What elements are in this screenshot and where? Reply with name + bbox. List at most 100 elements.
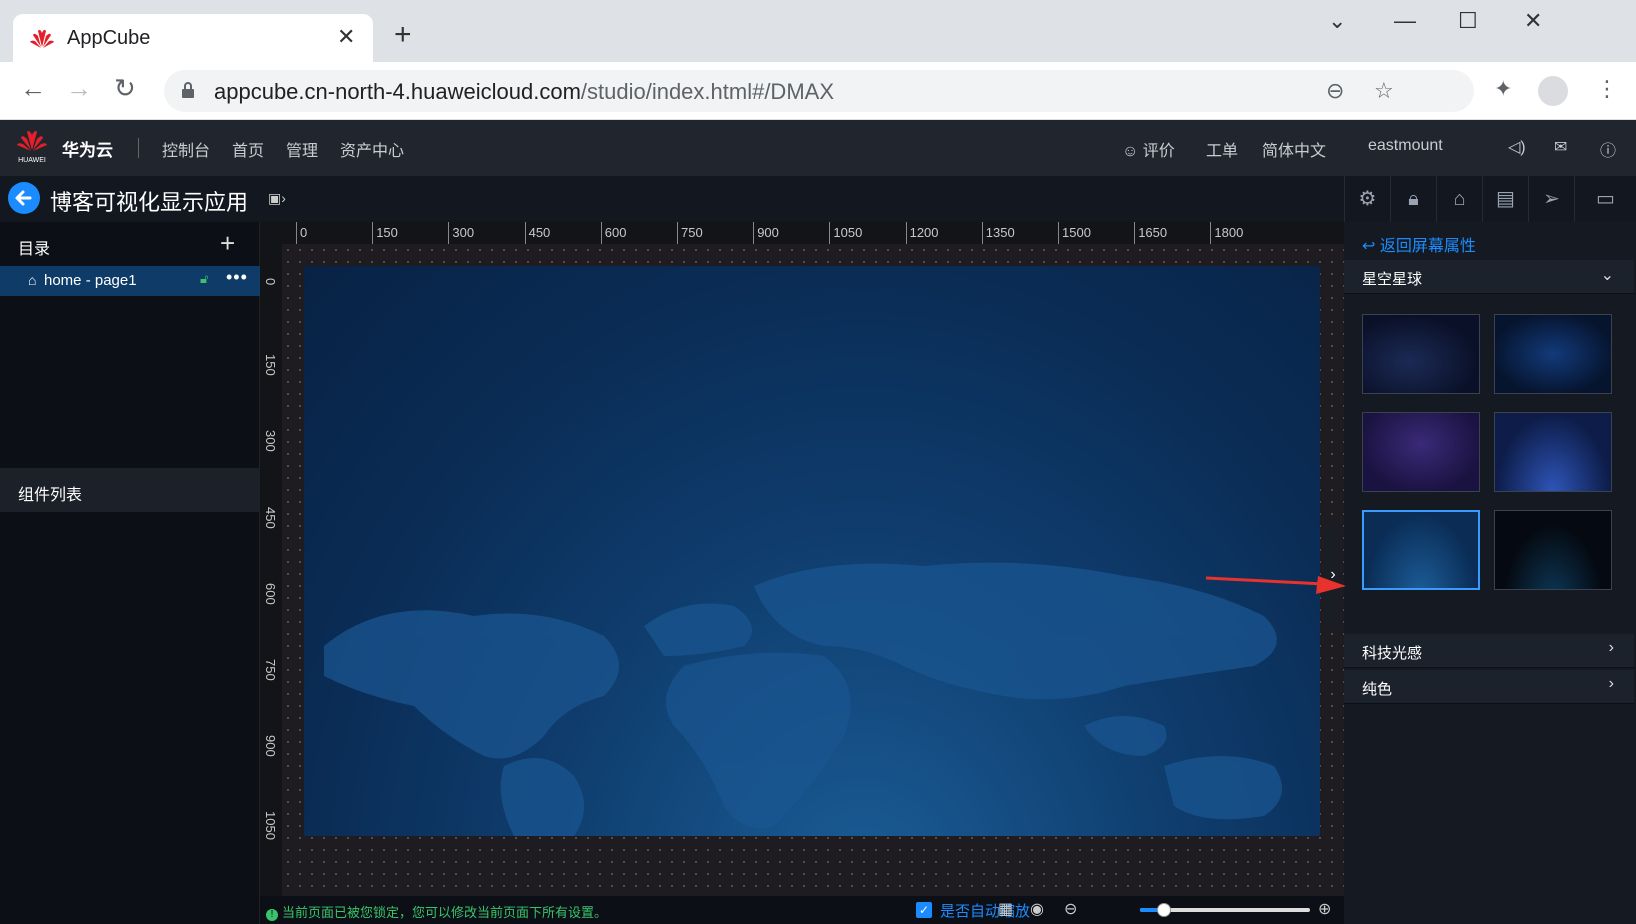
page-item-label: home - page1	[44, 272, 137, 289]
huawei-logo-icon	[30, 29, 54, 48]
arrow-left-icon	[15, 190, 32, 206]
browser-tab[interactable]: AppCube ✕	[13, 14, 373, 62]
maximize-icon[interactable]: ☐	[1458, 8, 1478, 34]
section-starry-planet[interactable]: 星空星球 ⌄	[1344, 260, 1634, 294]
zoom-slider[interactable]	[1140, 903, 1310, 917]
brand-name[interactable]: 华为云	[62, 136, 113, 161]
right-panel: ↩ 返回屏幕属性 星空星球 ⌄ 科技光感 › 纯色 ›	[1344, 222, 1636, 924]
forward-icon[interactable]: →	[66, 73, 92, 104]
nav-asset-center[interactable]: 资产中心	[340, 137, 404, 161]
lock-icon[interactable]: 🔒︎	[1390, 176, 1436, 222]
huawei-cloud-header: HUAWEI 华为云 控制台 首页 管理 资产中心 ☺ 评价 工单 简体中文 e…	[0, 120, 1636, 176]
section-solid-color[interactable]: 纯色 ›	[1344, 670, 1634, 704]
huawei-logo-text: HUAWEI	[18, 157, 46, 164]
background-thumbnail-6[interactable]	[1494, 510, 1612, 590]
unlock-icon[interactable]: ⌂	[1436, 176, 1482, 222]
more-options-icon[interactable]: •••	[226, 267, 248, 288]
ruler-tick-label: 750	[681, 225, 703, 240]
ruler-tick-label: 450	[263, 506, 278, 529]
ruler-tick-label: 600	[604, 225, 627, 240]
settings-icon[interactable]: ⚙	[1344, 176, 1390, 222]
components-header[interactable]: 组件列表	[0, 468, 260, 512]
nav-manage[interactable]: 管理	[286, 137, 318, 161]
menu-kebab-icon[interactable]: ⋮	[1596, 76, 1618, 102]
address-bar[interactable]: appcube.cn-north-4.huaweicloud.com/studi…	[164, 70, 1474, 112]
smile-icon: ☺	[1122, 143, 1143, 160]
background-thumbnail-3[interactable]	[1362, 412, 1480, 492]
page-item-home[interactable]: ⌂ home - page1 🔓︎ •••	[0, 266, 260, 296]
minimize-icon[interactable]: —	[1394, 8, 1416, 34]
back-to-screen-properties[interactable]: ↩ 返回屏幕属性	[1362, 232, 1476, 256]
review-link[interactable]: ☺ 评价	[1122, 137, 1175, 161]
huawei-brand-logo-icon: HUAWEI	[17, 131, 47, 164]
page-switch-icon[interactable]: ▣›	[268, 190, 286, 207]
ruler-tick-label: 150	[376, 225, 398, 240]
chevron-right-icon: ›	[1608, 639, 1614, 656]
tab-search-icon[interactable]: ⌄	[1328, 8, 1346, 34]
chevron-right-icon: ›	[1608, 675, 1614, 692]
profile-avatar[interactable]	[1538, 76, 1568, 106]
browser-toolbar: ← → ↻ appcube.cn-north-4.huaweicloud.com…	[0, 62, 1636, 120]
background-thumbnail-1[interactable]	[1362, 314, 1480, 394]
zoom-in-icon[interactable]: ⊕	[1318, 899, 1331, 919]
preview-icon[interactable]: ▭	[1574, 176, 1636, 222]
close-tab-icon[interactable]: ✕	[337, 24, 355, 50]
sound-icon[interactable]: ◁)	[1508, 137, 1526, 157]
background-thumbnail-5[interactable]	[1362, 510, 1480, 590]
zoom-slider-knob[interactable]	[1156, 903, 1171, 917]
section-tech-light[interactable]: 科技光感 ›	[1344, 634, 1634, 668]
home-icon: ⌂	[28, 272, 37, 288]
back-button[interactable]	[8, 182, 40, 214]
app-bar: 博客可视化显示应用 ▣› ⚙ 🔒︎ ⌂ ▤ ➢ ▭	[0, 176, 1636, 222]
save-icon[interactable]: ▤	[1482, 176, 1528, 222]
ticket-link[interactable]: 工单	[1206, 137, 1238, 161]
new-tab-icon[interactable]: +	[394, 20, 412, 50]
grid-view-icon[interactable]: ▦	[998, 899, 1013, 919]
tab-title: AppCube	[67, 27, 151, 49]
ruler-tick-mark	[1134, 222, 1136, 244]
ruler-tick-mark	[1210, 222, 1212, 244]
world-map-background	[324, 562, 1282, 836]
eye-icon[interactable]: ◉	[1030, 899, 1044, 919]
zoom-icon[interactable]: ⊖	[1326, 78, 1344, 104]
ruler-tick-mark	[753, 222, 755, 244]
language-selector[interactable]: 简体中文	[1262, 137, 1326, 161]
publish-icon[interactable]: ➢	[1528, 176, 1574, 222]
ruler-tick-label: 900	[757, 225, 779, 240]
annotation-arrow-icon	[1206, 576, 1346, 594]
ruler-tick-mark	[448, 222, 450, 244]
nav-home[interactable]: 首页	[232, 137, 264, 161]
header-divider	[138, 138, 139, 158]
mail-icon[interactable]: ✉	[1554, 137, 1567, 157]
help-icon[interactable]: ⓘ	[1600, 137, 1616, 161]
window-close-icon[interactable]: ✕	[1524, 8, 1542, 34]
lock-icon	[182, 82, 194, 98]
nav-console[interactable]: 控制台	[162, 137, 210, 161]
components-label: 组件列表	[18, 487, 83, 504]
ruler-tick-label: 1350	[985, 225, 1015, 240]
lock-status-message: ! 当前页面已被您锁定，您可以修改当前页面下所有设置。	[266, 902, 607, 921]
background-thumbnail-2[interactable]	[1494, 314, 1612, 394]
ruler-tick-label: 150	[263, 354, 278, 376]
bookmark-star-icon[interactable]: ☆	[1374, 78, 1394, 104]
url-path: /studio/index.html#/DMAX	[580, 79, 834, 104]
add-page-icon[interactable]: +	[220, 228, 235, 259]
ruler-tick-label: 1050	[833, 225, 863, 240]
ruler-tick-label: 1500	[1062, 225, 1091, 240]
reload-icon[interactable]: ↻	[114, 73, 136, 104]
undo-arrow-icon: ↩	[1362, 238, 1380, 255]
page-unlock-icon[interactable]: 🔓︎	[200, 271, 208, 287]
app-title: 博客可视化显示应用	[50, 190, 249, 215]
auto-scale-label[interactable]: 是否自动缩放	[940, 900, 1030, 921]
auto-scale-checkbox[interactable]: ✓	[916, 902, 932, 918]
back-icon[interactable]: ←	[20, 73, 46, 104]
status-bar: ! 当前页面已被您锁定，您可以修改当前页面下所有设置。 ✓ 是否自动缩放 ▦ ◉ …	[260, 896, 1344, 924]
zoom-out-icon[interactable]: ⊖	[1064, 899, 1077, 919]
ruler-tick-label: 300	[263, 430, 278, 453]
user-name[interactable]: eastmount	[1368, 137, 1443, 155]
extensions-icon[interactable]: ✦	[1494, 76, 1512, 102]
ruler-tick-label: 1650	[1138, 225, 1168, 240]
background-thumbnail-4[interactable]	[1494, 412, 1612, 492]
screen-canvas[interactable]	[304, 266, 1320, 836]
ruler-tick-mark	[372, 222, 374, 244]
